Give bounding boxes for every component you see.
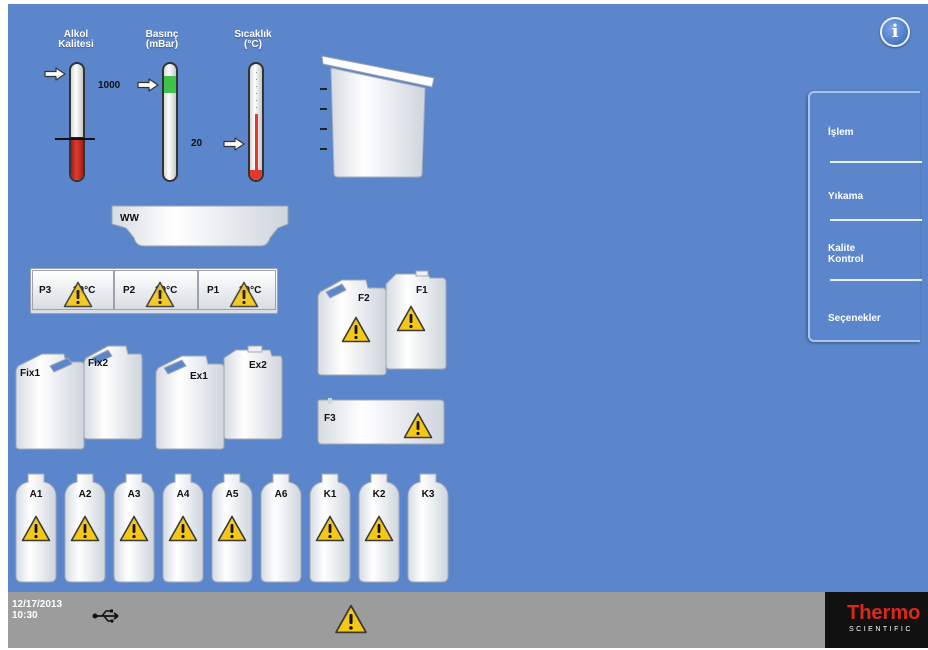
bottle-k3[interactable]: K3	[406, 472, 450, 584]
main-panel: Alkol Kalitesi Basınç (mBar) Sıcaklık (°…	[8, 4, 928, 592]
alcohol-quality-gauge[interactable]	[69, 62, 85, 182]
alcohol-level-arrow-icon	[44, 67, 66, 81]
f3-label: F3	[324, 413, 336, 424]
status-date: 12/17/2013	[12, 599, 63, 610]
bottle-a1[interactable]: A1	[14, 472, 58, 584]
menu-separator	[830, 219, 922, 221]
bottle-label: A1	[29, 489, 43, 500]
temperature-bulb	[250, 170, 262, 180]
menu-item-wash[interactable]: Yıkama	[828, 191, 863, 202]
pressure-gauge[interactable]	[162, 62, 178, 182]
logo-sub: SCIENTIFIC	[849, 626, 913, 633]
fix1-label: Fix1	[20, 368, 41, 379]
menu-item-options[interactable]: Seçenekler	[828, 313, 881, 324]
bottle-label: K2	[372, 489, 386, 500]
menu-item-process[interactable]: İşlem	[828, 127, 854, 138]
bottle-label: A5	[225, 489, 239, 500]
paraffin-p3-label: P3	[39, 285, 52, 296]
warning-icon	[168, 515, 198, 542]
warning-icon	[217, 515, 247, 542]
warning-icon	[341, 316, 371, 343]
menu-item-quality-line2: Kontrol	[828, 254, 864, 265]
alcohol-quality-label: Alkol Kalitesi	[58, 29, 94, 50]
bottle-label: A3	[127, 489, 141, 500]
container-ex1[interactable]	[154, 354, 226, 450]
paraffin-p2-label: P2	[123, 285, 136, 296]
paraffin-bath-p2[interactable]: P2 30°C	[114, 270, 198, 310]
paraffin-p1-label: P1	[207, 285, 220, 296]
menu-separator	[830, 161, 922, 163]
temperature-label: Sıcaklık (°C)	[234, 29, 272, 50]
bottle-a2[interactable]: A2	[63, 472, 107, 584]
f2-label: F2	[358, 293, 370, 304]
pressure-min-label: 20	[191, 138, 203, 149]
bottle-label: K1	[323, 489, 337, 500]
warning-icon	[396, 305, 426, 332]
warning-icon	[229, 281, 259, 308]
bottle-k1[interactable]: K1	[308, 472, 352, 584]
fix2-label: Fix2	[88, 358, 109, 369]
container-ex2[interactable]	[222, 344, 284, 440]
ww-label: WW	[120, 213, 139, 224]
warning-icon	[63, 281, 93, 308]
logo-brand: Thermo	[847, 602, 921, 624]
usb-icon	[92, 609, 119, 623]
bottle-label: A2	[78, 489, 92, 500]
bottle-a4[interactable]: A4	[161, 472, 205, 584]
info-button[interactable]: i	[880, 17, 910, 47]
menu-item-quality-control[interactable]: Kalite Kontrol	[828, 243, 864, 265]
bottle-label: A4	[176, 489, 190, 500]
pressure-arrow-icon	[137, 78, 159, 92]
bottle-a5[interactable]: A5	[210, 472, 254, 584]
container-fix1[interactable]	[14, 352, 86, 450]
thermo-scientific-logo: Thermo SCIENTIFIC	[825, 592, 928, 648]
menu-item-quality-line1: Kalite	[828, 243, 856, 254]
ex2-label: Ex2	[249, 360, 267, 371]
bottle-k2[interactable]: K2	[357, 472, 401, 584]
warning-icon	[70, 515, 100, 542]
f1-label: F1	[416, 285, 428, 296]
status-bar: 12/17/2013 10:30 Thermo SCIENTIFIC	[8, 592, 928, 648]
pressure-label: Basınç (mBar)	[145, 29, 179, 50]
temperature-column	[255, 114, 258, 172]
retort-bath[interactable]	[314, 50, 438, 180]
temperature-gauge[interactable]	[248, 62, 264, 182]
bottle-label: K3	[421, 489, 435, 500]
alcohol-threshold-line	[55, 138, 95, 140]
paraffin-bath-p1[interactable]: P1 30°C	[198, 270, 276, 310]
warning-icon	[145, 281, 175, 308]
warning-icon[interactable]	[334, 604, 368, 634]
pressure-max-label: 1000	[98, 80, 121, 91]
status-time: 10:30	[12, 610, 38, 621]
ex1-label: Ex1	[190, 371, 208, 382]
warning-icon	[119, 515, 149, 542]
waste-water-tray[interactable]	[110, 204, 290, 250]
pressure-level-fill	[164, 76, 176, 93]
alcohol-level-fill	[71, 137, 83, 180]
side-menu: İşlem Yıkama Kalite Kontrol Seçenekler	[808, 91, 922, 342]
temperature-arrow-icon	[223, 137, 245, 151]
menu-separator	[830, 279, 922, 281]
warning-icon	[364, 515, 394, 542]
warning-icon	[315, 515, 345, 542]
warning-icon	[21, 515, 51, 542]
bottle-a3[interactable]: A3	[112, 472, 156, 584]
warning-icon	[403, 412, 433, 439]
bottle-label: A6	[274, 489, 288, 500]
bottle-a6[interactable]: A6	[259, 472, 303, 584]
paraffin-bath-p3[interactable]: P3 30°C	[32, 270, 114, 310]
